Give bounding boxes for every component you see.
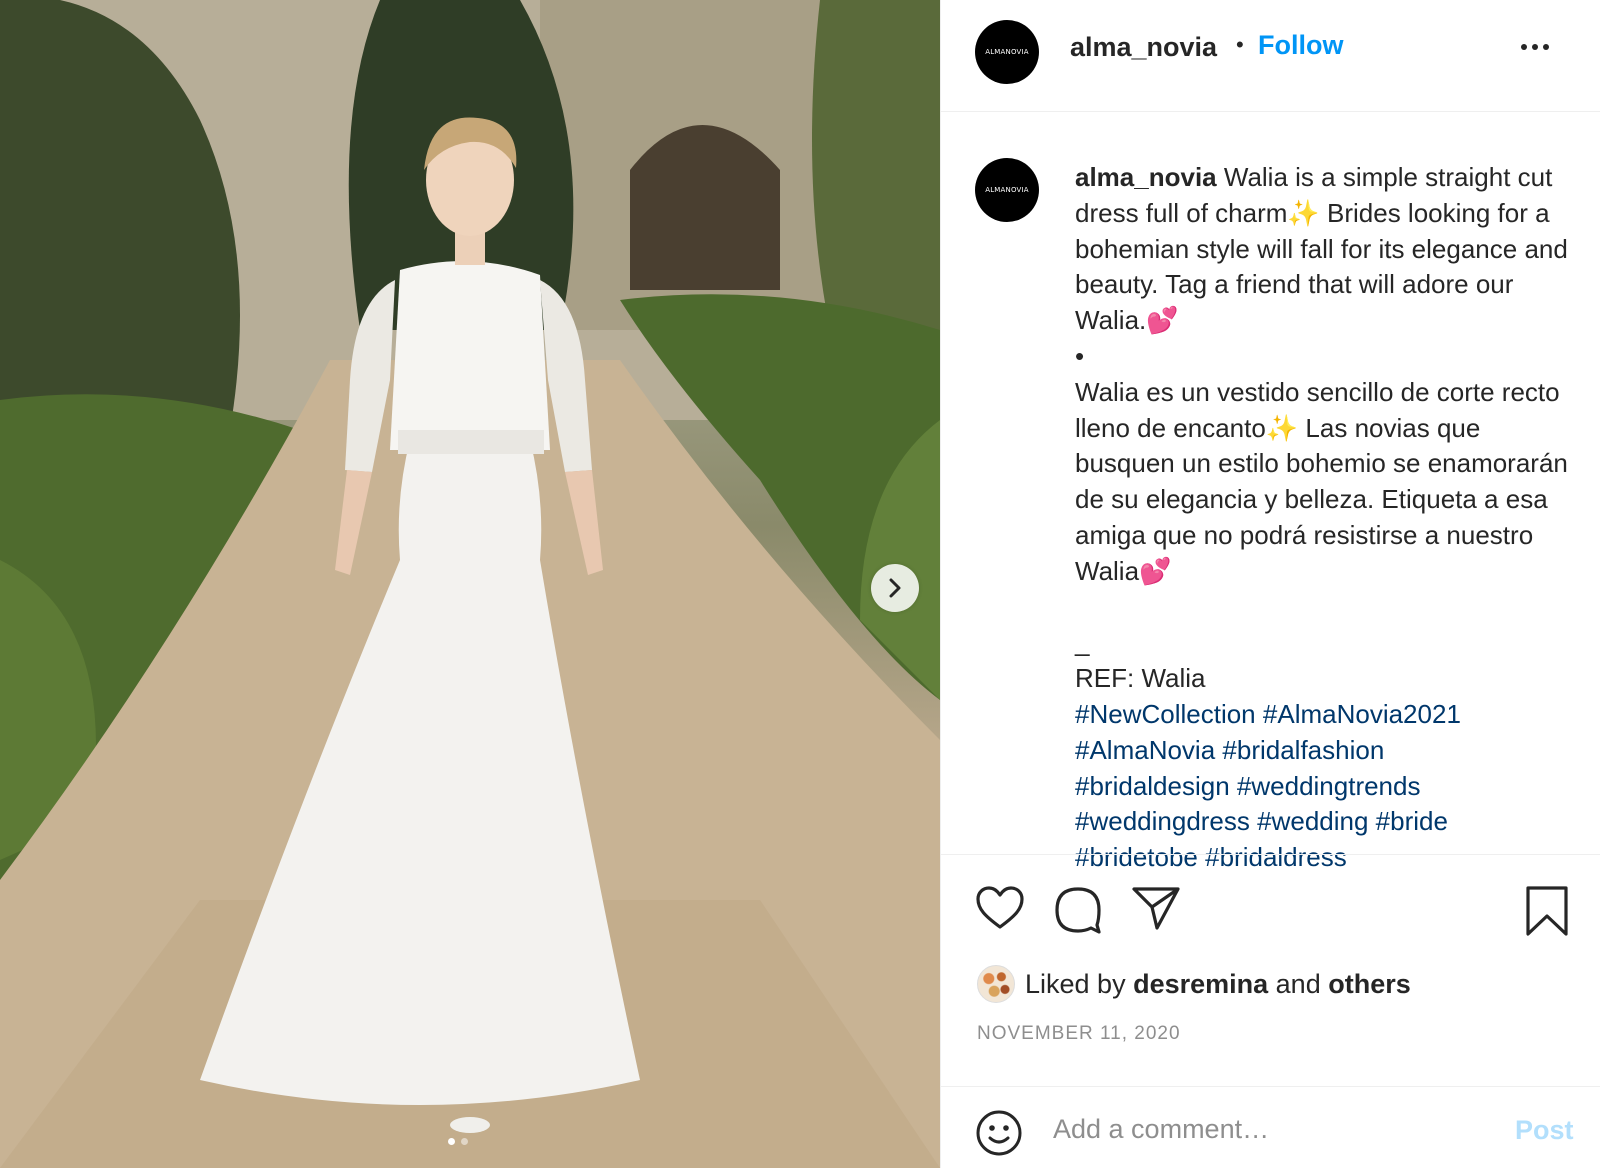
hashtag-link[interactable]: #AlmaNovia [1075, 735, 1215, 765]
comment-button[interactable] [1053, 885, 1103, 940]
smiley-icon [976, 1110, 1022, 1156]
post-sidebar: ALMANOVIA alma_novia • Follow ALMANOVIA … [940, 0, 1600, 1168]
liker-username[interactable]: desremina [1133, 969, 1268, 1000]
follow-button[interactable]: Follow [1258, 30, 1343, 61]
comment-icon [1055, 887, 1101, 934]
chevron-right-icon [889, 578, 901, 598]
caption-avatar[interactable]: ALMANOVIA [975, 158, 1039, 222]
post-comment-button[interactable]: Post [1515, 1115, 1574, 1146]
carousel-dot-2 [461, 1138, 468, 1145]
heart-icon [976, 886, 1024, 929]
likes-middle: and [1268, 968, 1329, 999]
hashtag-link[interactable]: #weddingdress [1075, 806, 1250, 836]
carousel-indicator [448, 1138, 468, 1145]
hashtag-link[interactable]: #weddingtrends [1237, 771, 1421, 801]
avatar[interactable]: ALMANOVIA [975, 20, 1039, 84]
liker-avatar[interactable] [977, 965, 1015, 1003]
hashtag-link[interactable]: #bridalfashion [1222, 735, 1384, 765]
emoji-button[interactable] [975, 1109, 1023, 1162]
hashtag-link[interactable]: #bride [1376, 806, 1448, 836]
caption-text: alma_novia Walia is a simple straight cu… [1075, 160, 1585, 876]
avatar-logo-text: ALMANOVIA [985, 48, 1029, 56]
post-header: ALMANOVIA alma_novia • Follow [941, 0, 1600, 112]
more-options-button[interactable] [1521, 38, 1549, 56]
post-photo[interactable] [0, 0, 940, 1168]
header-username[interactable]: alma_novia [1070, 32, 1217, 63]
hashtag-link[interactable]: #bridaldesign [1075, 771, 1230, 801]
hashtag-link[interactable]: #AlmaNovia2021 [1263, 699, 1461, 729]
post-date[interactable]: NOVEMBER 11, 2020 [977, 1023, 1181, 1045]
carousel-dot-1 [448, 1138, 455, 1145]
likes-prefix: Liked by [1025, 968, 1134, 999]
hashtag-link[interactable]: #NewCollection [1075, 699, 1256, 729]
bookmark-icon [1526, 886, 1568, 936]
share-icon [1132, 887, 1180, 930]
comment-bar: Post [941, 1086, 1600, 1168]
avatar-logo-text: ALMANOVIA [985, 186, 1029, 194]
save-button[interactable] [1525, 885, 1569, 942]
comment-input[interactable] [1053, 1107, 1483, 1151]
caption-text-es: Walia es un vestido sencillo de corte re… [1075, 376, 1576, 586]
post-caption: ALMANOVIA alma_novia Walia is a simple s… [941, 112, 1600, 872]
hashtag-link[interactable]: #wedding [1257, 806, 1368, 836]
share-button[interactable] [1131, 885, 1181, 936]
post-actions: Liked by desremina and others NOVEMBER 1… [941, 854, 1600, 1086]
carousel-next-button[interactable] [871, 564, 919, 612]
bride-photo-illustration [0, 0, 940, 1168]
likes-summary: Liked by desremina and others [977, 965, 1411, 1003]
caption-bullet: • [1075, 340, 1085, 371]
caption-ref: REF: Walia [1075, 663, 1206, 694]
caption-divider: _ [1075, 627, 1090, 658]
header-separator: • [1236, 32, 1244, 57]
caption-username[interactable]: alma_novia [1075, 162, 1217, 192]
like-button[interactable] [975, 885, 1025, 936]
likes-others-link[interactable]: others [1328, 969, 1411, 1000]
more-horizontal-icon [1521, 44, 1549, 50]
